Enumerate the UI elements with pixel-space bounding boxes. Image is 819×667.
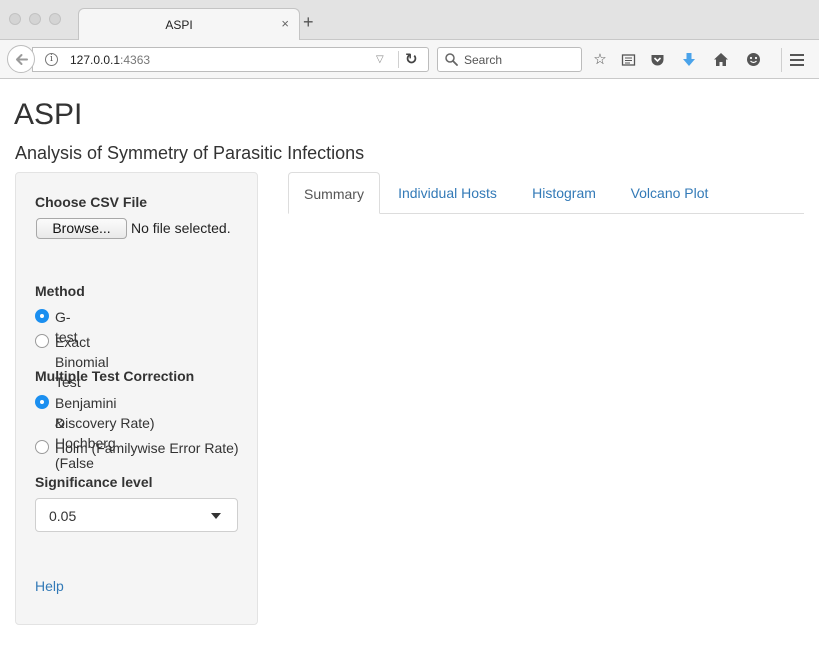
url-text: 127.0.0.1:4363 [70,53,150,67]
url-divider [398,51,399,68]
url-bar[interactable]: i 127.0.0.1:4363 ▽ ↻ [32,47,429,72]
search-placeholder: Search [464,53,503,67]
browser-tab[interactable]: ASPI × [78,8,300,41]
tab-summary[interactable]: Summary [288,172,380,214]
browser-search-input[interactable]: Search [437,47,582,72]
url-dropdown-icon[interactable]: ▽ [376,54,384,65]
new-tab-button[interactable]: + [303,13,314,31]
info-icon[interactable]: i [45,53,58,66]
browser-titlebar: ASPI × + [0,0,819,41]
correction-option-label-line2: Discovery Rate) [55,415,155,431]
tab-volcano-plot[interactable]: Volcano Plot [616,172,723,214]
correction-option-label: Benjamini & Hochberg (False [55,395,117,471]
radio-selected-icon[interactable] [35,309,49,323]
method-label: Method [35,283,85,299]
download-icon[interactable] [679,50,699,70]
chevron-down-icon [211,513,221,519]
significance-value: 0.05 [49,508,77,524]
pocket-icon[interactable] [647,50,667,70]
toolbar-divider [781,48,782,72]
help-link[interactable]: Help [35,578,64,594]
bookmark-star-icon[interactable]: ☆ [590,50,610,70]
hello-chat-icon[interactable] [743,50,763,70]
minimize-window-button[interactable] [29,13,41,25]
zoom-window-button[interactable] [49,13,61,25]
close-window-button[interactable] [9,13,21,25]
url-port: :4363 [120,53,151,67]
browse-button[interactable]: Browse... [36,218,127,239]
correction-option-label: Holm (Familywise Error Rate) [55,440,239,456]
back-button[interactable] [7,45,35,73]
significance-select[interactable]: 0.05 [35,498,238,532]
sidebar-panel: Choose CSV File Browse... No file select… [15,172,258,625]
radio-unselected-icon[interactable] [35,334,49,348]
reload-icon[interactable]: ↻ [405,50,418,68]
search-icon [445,53,458,66]
significance-label: Significance level [35,474,153,490]
url-host: 127.0.0.1 [70,53,121,67]
menu-icon[interactable] [787,50,807,70]
page-subtitle: Analysis of Symmetry of Parasitic Infect… [15,143,365,163]
file-input-label: Choose CSV File [35,194,148,210]
tab-histogram[interactable]: Histogram [517,172,611,214]
no-file-text: No file selected. [131,220,231,236]
correction-label: Multiple Test Correction [35,368,195,384]
tab-individual-hosts[interactable]: Individual Hosts [384,172,511,214]
browser-navbar: i 127.0.0.1:4363 ▽ ↻ Search ☆ [0,40,819,79]
page-title: ASPI [14,98,83,131]
home-icon[interactable] [711,50,731,70]
tab-close-icon[interactable]: × [281,16,289,31]
back-arrow-icon [16,54,28,65]
browser-tab-title: ASPI [165,18,193,32]
radio-unselected-icon[interactable] [35,440,49,454]
radio-selected-icon[interactable] [35,395,49,409]
reading-list-icon[interactable] [618,50,638,70]
